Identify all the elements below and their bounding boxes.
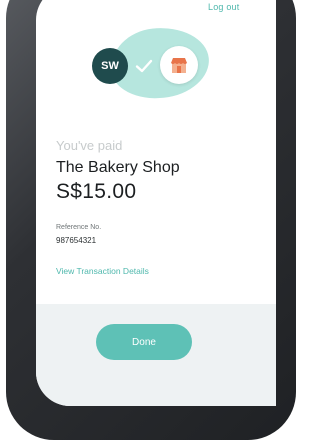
phone-screen: Log out SW You've paid The Bakery Shop S…: [36, 0, 276, 406]
payment-status-text: You've paid: [56, 138, 123, 153]
payer-initials: SW: [101, 60, 119, 72]
payment-amount: S$15.00: [56, 180, 137, 203]
check-icon: [135, 59, 153, 73]
merchant-name: The Bakery Shop: [56, 159, 180, 176]
view-transaction-details-link[interactable]: View Transaction Details: [56, 266, 149, 276]
logout-link[interactable]: Log out: [208, 2, 239, 12]
payer-avatar: SW: [92, 48, 128, 84]
reference-number: 987654321: [56, 236, 97, 245]
merchant-avatar: [160, 46, 198, 84]
done-button[interactable]: Done: [96, 324, 192, 360]
reference-label: Reference No.: [56, 224, 102, 231]
shop-icon: [171, 58, 187, 73]
phone-frame: Log out SW You've paid The Bakery Shop S…: [6, 0, 296, 440]
